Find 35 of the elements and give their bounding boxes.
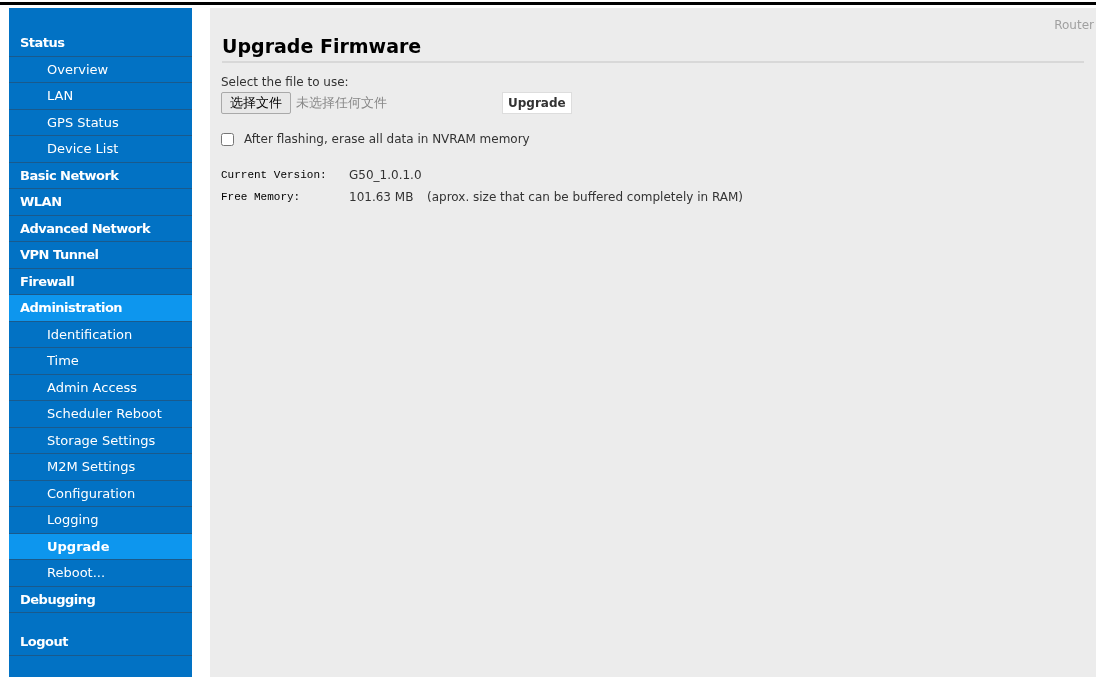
info-value: G50_1.0.1.0	[349, 167, 423, 184]
info-value: 101.63 MB	[349, 189, 415, 206]
nav-item[interactable]: Administration	[9, 295, 192, 322]
nav-item[interactable]: GPS Status	[9, 109, 192, 136]
nav-item[interactable]: Advanced Network	[9, 215, 192, 242]
nav-item[interactable]: VPN Tunnel	[9, 242, 192, 269]
nav-item[interactable]: WLAN	[9, 189, 192, 216]
nav-item[interactable]: Time	[9, 348, 192, 375]
file-status: 未选择任何文件	[296, 94, 388, 113]
info-label: Current Version:	[221, 167, 328, 183]
nav-item[interactable]: Scheduler Reboot	[9, 401, 192, 428]
info-label: Free Memory:	[221, 189, 302, 205]
nav-item[interactable]: Basic Network	[9, 162, 192, 189]
nav-item[interactable]: Configuration	[9, 480, 192, 507]
upgrade-button[interactable]: Upgrade	[502, 92, 572, 114]
nav-item[interactable]: LAN	[9, 83, 192, 110]
nav-item[interactable]: Overview	[9, 56, 192, 83]
nav-item[interactable]: Upgrade	[9, 533, 192, 560]
nav-item[interactable]: Status	[9, 30, 192, 57]
file-label: Select the file to use:	[221, 74, 350, 91]
logout-link[interactable]: Logout	[9, 629, 192, 656]
nav-item[interactable]: Debugging	[9, 586, 192, 613]
info-note: (aprox. size that can be buffered completely in RAM)	[427, 189, 743, 206]
nav-item[interactable]: Reboot...	[9, 560, 192, 587]
page-title: Upgrade Firmware	[222, 34, 423, 58]
nav-item[interactable]: Logging	[9, 507, 192, 534]
erase-checkbox[interactable]	[221, 132, 234, 146]
nav-item[interactable]: Device List	[9, 136, 192, 163]
nav-item[interactable]: Storage Settings	[9, 427, 192, 454]
erase-option-label: After flashing, erase all data in NVRAM memory	[244, 131, 530, 148]
nav-item[interactable]: M2M Settings	[9, 454, 192, 481]
choose-file-button[interactable]: 选择文件	[221, 92, 291, 114]
nav-item[interactable]: Admin Access	[9, 374, 192, 401]
brand-label: Router	[1054, 17, 1094, 34]
nav-item[interactable]: Identification	[9, 321, 192, 348]
